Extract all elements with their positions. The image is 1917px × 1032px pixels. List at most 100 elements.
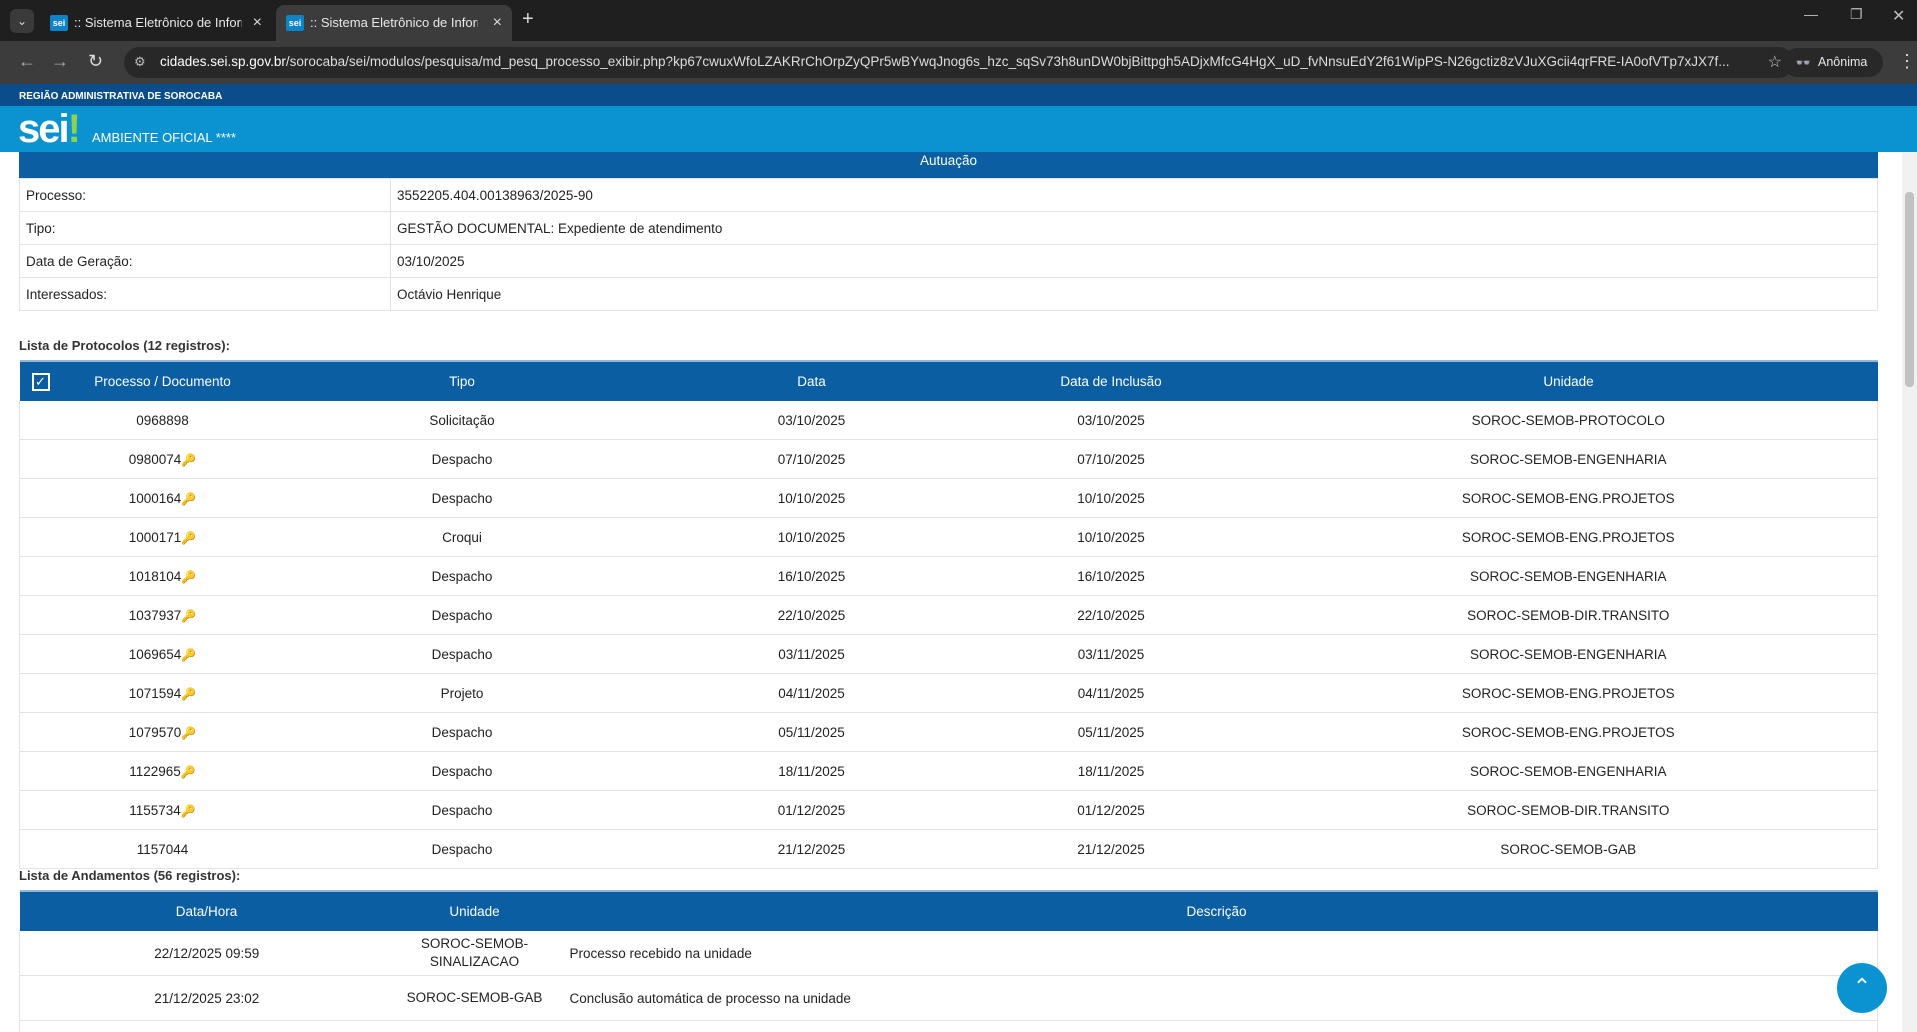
data-cell: 04/11/2025 <box>660 673 963 713</box>
document-link[interactable]: 1071594 <box>129 686 182 701</box>
inclusao-cell: 21/12/2025 <box>962 829 1260 869</box>
document-cell: 0968898 <box>61 401 264 440</box>
scroll-to-top-button[interactable]: ⌃ <box>1837 963 1887 1013</box>
document-cell: 1155734🔑 <box>61 790 264 830</box>
tipo-cell: Solicitação <box>263 401 661 440</box>
data-cell: 16/10/2025 <box>660 556 963 596</box>
close-tab-icon[interactable]: × <box>253 5 262 41</box>
document-link[interactable]: 0980074 <box>129 452 182 467</box>
url-text: cidades.sei.sp.gov.br/sorocaba/sei/modul… <box>160 54 1760 69</box>
document-cell: 1037937🔑 <box>61 595 264 635</box>
row-cell-blank <box>19 401 62 440</box>
tipo-cell: Despacho <box>263 712 661 752</box>
incognito-profile-button[interactable]: 👓 Anônima <box>1783 48 1883 77</box>
col-data-hora: Data/Hora <box>19 890 394 931</box>
inclusao-cell: 10/10/2025 <box>962 517 1260 557</box>
inclusao-cell: 01/12/2025 <box>962 790 1260 830</box>
andamentos-table: Data/Hora Unidade Descrição 22/12/2025 0… <box>19 890 1878 1032</box>
document-link[interactable]: 1000171 <box>129 530 182 545</box>
unidade-cell: SOROC-SEMOB-ENGENHARIA <box>1259 439 1878 479</box>
inclusao-cell: 04/11/2025 <box>962 673 1260 713</box>
region-name: REGIÃO ADMINISTRATIVA DE SOROCABA <box>19 91 223 102</box>
row-cell-blank <box>19 595 62 635</box>
back-arrow-icon[interactable]: ← <box>18 51 36 72</box>
protocolos-header-row: ✓ Processo / Documento Tipo Data Data de… <box>19 360 1878 401</box>
scrollbar-thumb[interactable] <box>1905 192 1914 387</box>
browser-toolbar: ← → ↻ ⚙ cidades.sei.sp.gov.br/sorocaba/s… <box>0 41 1917 84</box>
table-row: 1155734🔑 Despacho 01/12/2025 01/12/2025 SORO… <box>19 790 1878 830</box>
tipo-cell: Despacho <box>263 478 661 518</box>
andamentos-caption: Lista de Andamentos (56 registros): <box>19 868 241 883</box>
unidade-cell: SOROC-SEMOB-ENG.PROJETOS <box>1259 478 1878 518</box>
access-key-icon: 🔑 <box>181 647 197 662</box>
tipo-cell: Despacho <box>263 439 661 479</box>
document-link[interactable]: 1000164 <box>129 491 182 506</box>
field-value: 3552205.404.00138963/2025-90 <box>390 178 1878 212</box>
minimize-icon[interactable]: — <box>1804 6 1818 22</box>
access-key-icon: 🔑 <box>181 452 197 467</box>
document-link[interactable]: 1037937 <box>129 608 182 623</box>
field-label: Processo: <box>19 178 391 212</box>
document-link[interactable]: 1018104 <box>129 569 182 584</box>
sei-region-bar: REGIÃO ADMINISTRATIVA DE SOROCABA <box>0 84 1917 106</box>
table-row: 1000164🔑 Despacho 10/10/2025 10/10/2025 SORO… <box>19 478 1878 518</box>
page-scrollbar[interactable] <box>1902 152 1917 1032</box>
document-link[interactable]: 0968898 <box>136 413 189 428</box>
unidade-cell: SOROC-SEMOB-DIR.TRANSITO <box>1259 595 1878 635</box>
document-link[interactable]: 1122965 <box>129 764 181 779</box>
unidade-cell: SOROC-SEMOB- SINALIZACAO <box>393 931 556 976</box>
col-processo-documento: Processo / Documento <box>61 360 264 401</box>
field-value: GESTÃO DOCUMENTAL: Expediente de atendim… <box>390 211 1878 245</box>
inclusao-cell: 22/10/2025 <box>962 595 1260 635</box>
autuacao-row: Tipo: GESTÃO DOCUMENTAL: Expediente de at… <box>19 211 1878 245</box>
site-info-icon[interactable]: ⚙ <box>134 54 146 70</box>
access-key-icon: 🔑 <box>180 764 196 779</box>
sei-logo[interactable]: sei! <box>18 106 81 152</box>
tab-list-button[interactable]: ⌄ <box>10 9 34 33</box>
andamentos-header-row: Data/Hora Unidade Descrição <box>19 890 1878 931</box>
data-cell: 10/10/2025 <box>660 478 963 518</box>
inclusao-cell: 03/10/2025 <box>962 401 1260 440</box>
browser-tab-2-active[interactable]: sei :: Sistema Eletrônico de Informa × <box>276 5 512 41</box>
table-row: 1018104🔑 Despacho 16/10/2025 16/10/2025 SORO… <box>19 556 1878 596</box>
document-cell: 0980074🔑 <box>61 439 264 479</box>
new-tab-plus-icon[interactable]: + <box>522 8 534 31</box>
table-row: 1037937🔑 Despacho 22/10/2025 22/10/2025 SORO… <box>19 595 1878 635</box>
table-row: 0980074🔑 Despacho 07/10/2025 07/10/2025 SORO… <box>19 439 1878 479</box>
inclusao-cell: 05/11/2025 <box>962 712 1260 752</box>
col-unidade: Unidade <box>393 890 556 931</box>
protocolos-table: ✓ Processo / Documento Tipo Data Data de… <box>19 360 1878 869</box>
unidade-cell: SOROC-SEMOB-PROTOCOLO <box>1259 401 1878 440</box>
forward-arrow-icon[interactable]: → <box>51 51 69 72</box>
document-link[interactable]: 1155734 <box>129 803 181 818</box>
row-cell-blank <box>19 712 62 752</box>
row-cell-blank <box>19 829 62 869</box>
table-row: 0968898 Solicitação 03/10/2025 03/10/2025 SO… <box>19 401 1878 440</box>
browser-tab-1[interactable]: sei :: Sistema Eletrônico de Informa × <box>40 5 272 41</box>
document-link[interactable]: 1157044 <box>137 842 189 857</box>
window-close-icon[interactable]: ✕ <box>1892 6 1905 26</box>
select-all-checkbox[interactable]: ✓ <box>19 360 62 401</box>
col-data: Data <box>660 360 963 401</box>
address-bar[interactable]: ⚙ cidades.sei.sp.gov.br/sorocaba/sei/mod… <box>124 47 1794 78</box>
document-cell: 1018104🔑 <box>61 556 264 596</box>
sei-favicon-icon: sei <box>50 15 68 31</box>
document-cell: 1157044 <box>61 829 264 869</box>
tipo-cell: Despacho <box>263 790 661 830</box>
unidade-cell: SOROC-SEMOB-ENGENHARIA <box>1259 556 1878 596</box>
bookmark-star-icon[interactable]: ☆ <box>1768 52 1782 72</box>
document-link[interactable]: 1079570 <box>129 725 182 740</box>
document-cell: 1122965🔑 <box>61 751 264 791</box>
row-cell-blank <box>19 439 62 479</box>
reload-icon[interactable]: ↻ <box>88 51 103 72</box>
browser-menu-icon[interactable]: ⋮ <box>1898 51 1916 72</box>
inclusao-cell: 07/10/2025 <box>962 439 1260 479</box>
autuacao-row: Processo: 3552205.404.00138963/2025-90 <box>19 178 1878 212</box>
restore-icon[interactable]: ❐ <box>1850 6 1863 23</box>
row-cell-blank <box>19 751 62 791</box>
data-cell: 10/10/2025 <box>660 517 963 557</box>
unidade-cell: SOROC-SEMOB-ENG.PROJETOS <box>1259 712 1878 752</box>
access-key-icon: 🔑 <box>180 803 196 818</box>
close-tab-icon[interactable]: × <box>493 5 502 41</box>
document-link[interactable]: 1069654 <box>129 647 182 662</box>
